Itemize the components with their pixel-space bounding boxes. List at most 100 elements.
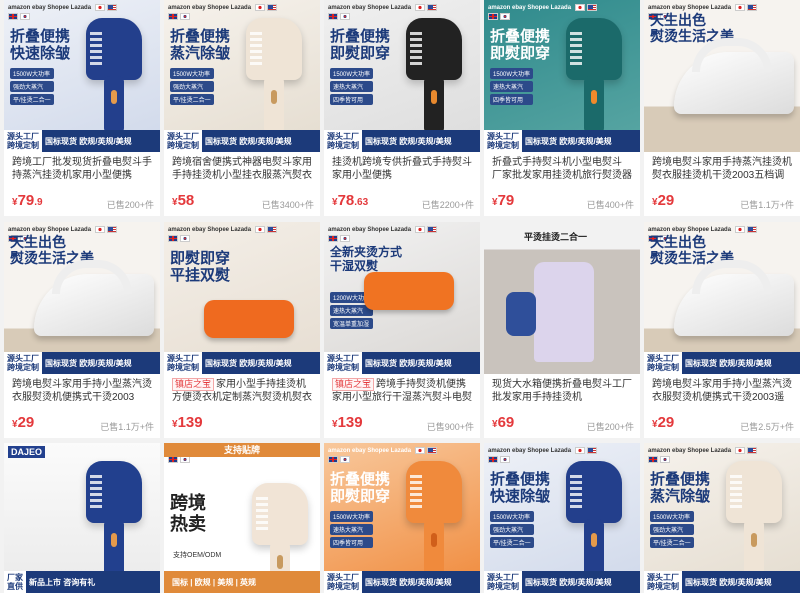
feature-chip: 速热大蒸汽 — [330, 81, 374, 92]
product-title[interactable]: 镇店之宝家用小型手持挂烫机方便烫衣机定制蒸汽熨烫机熨衣服 — [172, 378, 314, 404]
product-image[interactable]: amazon ebay Shopee Lazada 折叠便携 即熨即穿 1500W大… — [324, 443, 480, 593]
product-card[interactable]: amazon ebay Shopee Lazada 折叠便携 即熨即穿 1500W大… — [324, 0, 480, 216]
marketplace-flags: amazon ebay Shopee Lazada — [168, 226, 278, 242]
flag-jp-icon — [255, 226, 266, 233]
steamer-product — [406, 18, 462, 134]
product-card[interactable]: amazon ebay Shopee Lazada 天生出色 熨烫生活之美 源头工厂… — [4, 222, 160, 438]
product-title[interactable]: 跨境电熨斗家用手持小型蒸汽烫衣服熨烫机便携式干烫2003遥控可 — [652, 378, 794, 404]
product-title[interactable]: 镇店之宝跨境手持熨烫机便携家用小型旅行干湿蒸汽熨斗电熨斗挂烫 — [332, 378, 474, 404]
steamer-handle — [424, 76, 444, 134]
promo-headline: 折叠便携 快速除皱 — [10, 28, 71, 63]
product-title[interactable]: 挂烫机跨境专供折叠式手持熨斗家用小型便携源头 — [332, 156, 474, 182]
product-card[interactable]: amazon ebay Shopee Lazada 折叠便携 快速除皱 1500W大… — [484, 443, 640, 593]
product-image[interactable]: amazon ebay Shopee Lazada支持贴牌跨境 热卖支持OEM/… — [164, 443, 320, 593]
flag-uk-icon — [488, 13, 498, 20]
steamer-button — [277, 555, 283, 569]
marketplace-brands: amazon ebay Shopee Lazada — [328, 226, 412, 233]
product-card[interactable]: amazon ebay Shopee Lazada 即熨即穿 平挂双熨 源头工厂 跨… — [164, 222, 320, 438]
flag-kr-icon — [660, 456, 670, 463]
product-image[interactable]: amazon ebay Shopee Lazada 折叠便携 蒸汽除皱 1500W大… — [164, 0, 320, 152]
steamer-button — [751, 533, 757, 547]
product-image[interactable]: amazon ebay Shopee Lazada 折叠便携 快速除皱 1500W大… — [484, 443, 640, 593]
marketplace-brands: amazon ebay Shopee Lazada — [328, 447, 412, 454]
product-image[interactable]: amazon ebay Shopee Lazada 折叠便携 蒸汽除皱 1500W大… — [644, 443, 800, 593]
product-price: ¥79 — [492, 192, 514, 209]
flag-uk-icon — [488, 456, 498, 463]
flag-jp-icon — [95, 4, 106, 11]
feature-chip: 平/挂烫二合一 — [170, 94, 214, 105]
product-price: ¥29 — [12, 414, 34, 431]
product-card[interactable]: amazon ebay Shopee Lazada 折叠便携 即熨即穿 1500W大… — [324, 443, 480, 593]
product-card[interactable]: amazon ebay Shopee Lazada 折叠便携 快速除皱 1500W大… — [4, 0, 160, 216]
band-text: 国标现货 欧规/英规/美规 — [365, 577, 452, 587]
feature-chip: 1500W大功率 — [650, 511, 694, 522]
flag-us-icon — [107, 226, 118, 233]
feature-chips: 1500W大功率 强劲大蒸汽 平/挂烫二合一 — [170, 68, 214, 105]
steamer-button — [111, 533, 117, 547]
product-image[interactable]: amazon ebay Shopee Lazada 折叠便携 即熨即穿 1500W大… — [324, 0, 480, 152]
product-image[interactable]: amazon ebay Shopee Lazada 天生出色 熨烫生活之美 源头工厂… — [644, 222, 800, 374]
product-price: ¥139 — [172, 414, 203, 431]
feature-chip: 强劲大蒸汽 — [650, 524, 694, 535]
band-text: 国标现货 欧规/英规/美规 — [365, 136, 452, 146]
sold-count: 已售2200+件 — [421, 200, 474, 210]
product-image[interactable]: amazon ebay Shopee Lazada 天生出色 熨烫生活之美 源头工厂… — [4, 222, 160, 374]
band-text: 国标现货 欧规/英规/美规 — [525, 577, 612, 587]
product-image[interactable]: amazon ebay Shopee Lazada 天生出色 熨烫生活之美 — [644, 0, 800, 152]
product-image[interactable]: amazon ebay Shopee Lazada 折叠便携 快速除皱 1500W大… — [4, 0, 160, 152]
product-image[interactable]: amazon ebay Shopee Lazada 全新夹烫方式 干湿双熨 1200… — [324, 222, 480, 374]
product-image[interactable]: amazon ebay Shopee Lazada 即熨即穿 平挂双熨 源头工厂 跨… — [164, 222, 320, 374]
flag-us-icon — [587, 447, 598, 454]
product-grid: amazon ebay Shopee Lazada 折叠便携 快速除皱 1500W大… — [0, 0, 800, 593]
flag-us-icon — [587, 4, 598, 11]
product-card[interactable]: amazon ebay Shopee Lazada 折叠便携 即熨即穿 1500W大… — [484, 0, 640, 216]
promo-band: 源头工厂 跨境定制 国标现货 欧规/英规/美规 — [4, 130, 160, 152]
product-price: ¥69 — [492, 414, 514, 431]
product-card[interactable]: DAJEO 厂家 直供 新品上市 咨询有礼 — [4, 443, 160, 593]
flag-uk-icon — [328, 13, 338, 20]
steam-holes — [256, 497, 268, 531]
feature-chip: 宽温单重加湿 — [330, 318, 374, 329]
product-title[interactable]: 跨境工厂批发现货折叠电熨斗手持蒸汽挂烫机家用小型便携源头 — [12, 156, 154, 182]
steamer-product — [246, 18, 302, 134]
product-image[interactable]: DAJEO 厂家 直供 新品上市 咨询有礼 — [4, 443, 160, 593]
marketplace-brands: amazon ebay Shopee Lazada — [488, 447, 572, 454]
promo-band: 源头工厂 跨境定制 国标现货 欧规/英规/美规 — [644, 571, 800, 593]
product-title[interactable]: 跨境电熨斗家用手持蒸汽挂烫机熨衣服挂烫机干烫2003五档调温 — [652, 156, 794, 182]
marketplace-brands: amazon ebay Shopee Lazada — [8, 226, 92, 233]
feature-chip: 1500W大功率 — [490, 68, 534, 79]
product-image[interactable]: amazon ebay Shopee Lazada 折叠便携 即熨即穿 1500W大… — [484, 0, 640, 152]
promo-headline: 跨境 热卖 — [170, 493, 206, 534]
product-card[interactable]: amazon ebay Shopee Lazada支持贴牌跨境 热卖支持OEM/… — [164, 443, 320, 593]
sold-count: 已售200+件 — [586, 422, 634, 432]
promo-headline: 折叠便携 即熨即穿 — [330, 471, 391, 506]
flag-uk-icon — [168, 235, 178, 242]
flag-uk-icon — [8, 13, 18, 20]
price-integer: 29 — [657, 414, 675, 431]
product-card[interactable]: amazon ebay Shopee Lazada 全新夹烫方式 干湿双熨 1200… — [324, 222, 480, 438]
product-title[interactable]: 现货大水箱便携折叠电熨斗工厂批发家用手持挂烫机源头 — [492, 378, 634, 404]
marketplace-brands: amazon ebay Shopee Lazada — [648, 226, 732, 233]
promo-headline: 折叠便携 即熨即穿 — [330, 28, 391, 63]
product-title[interactable]: 折叠式手持熨斗机小型电熨斗 厂家批发家用挂烫机旅行熨烫器 蒸汽 — [492, 156, 634, 182]
product-card[interactable]: 平烫挂烫二合一现货大水箱便携折叠电熨斗工厂批发家用手持挂烫机源头 ¥69 已售200… — [484, 222, 640, 438]
product-card[interactable]: amazon ebay Shopee Lazada 天生出色 熨烫生活之美 源头工厂… — [644, 222, 800, 438]
steamer-button — [591, 90, 597, 104]
feature-chip: 支持OEM/ODM — [173, 552, 222, 559]
product-card[interactable]: amazon ebay Shopee Lazada 折叠便携 蒸汽除皱 1500W大… — [164, 0, 320, 216]
sold-count: 已售3400+件 — [261, 200, 314, 210]
product-card[interactable]: amazon ebay Shopee Lazada 折叠便携 蒸汽除皱 1500W大… — [644, 443, 800, 593]
flag-us-icon — [747, 447, 758, 454]
product-title[interactable]: 跨境电熨斗家用手持小型蒸汽烫衣服熨烫机便携式干烫2003 — [12, 378, 154, 404]
product-card[interactable]: amazon ebay Shopee Lazada 天生出色 熨烫生活之美跨境电熨… — [644, 0, 800, 216]
product-title[interactable]: 跨境宿舍便携式神器电熨斗家用手持挂烫机小型挂衣服蒸汽熨衣服 — [172, 156, 314, 182]
promo-band: 源头工厂 跨境定制 国标现货 欧规/英规/美规 — [324, 130, 480, 152]
band-text: 国标现货 欧规/英规/美规 — [685, 577, 772, 587]
feature-chip: 速热大蒸汽 — [490, 81, 534, 92]
promo-band: 国标 | 欧规 | 美规 | 英规 — [164, 571, 320, 593]
product-image[interactable]: 平烫挂烫二合一 — [484, 222, 640, 374]
marketplace-brands: amazon ebay Shopee Lazada — [648, 447, 732, 454]
oem-banner: 支持贴牌 — [164, 443, 320, 457]
product-title-text: 跨境工厂批发现货折叠电熨斗手持蒸汽挂烫机家用小型便携 — [12, 157, 152, 181]
product-price: ¥58 — [172, 192, 194, 209]
